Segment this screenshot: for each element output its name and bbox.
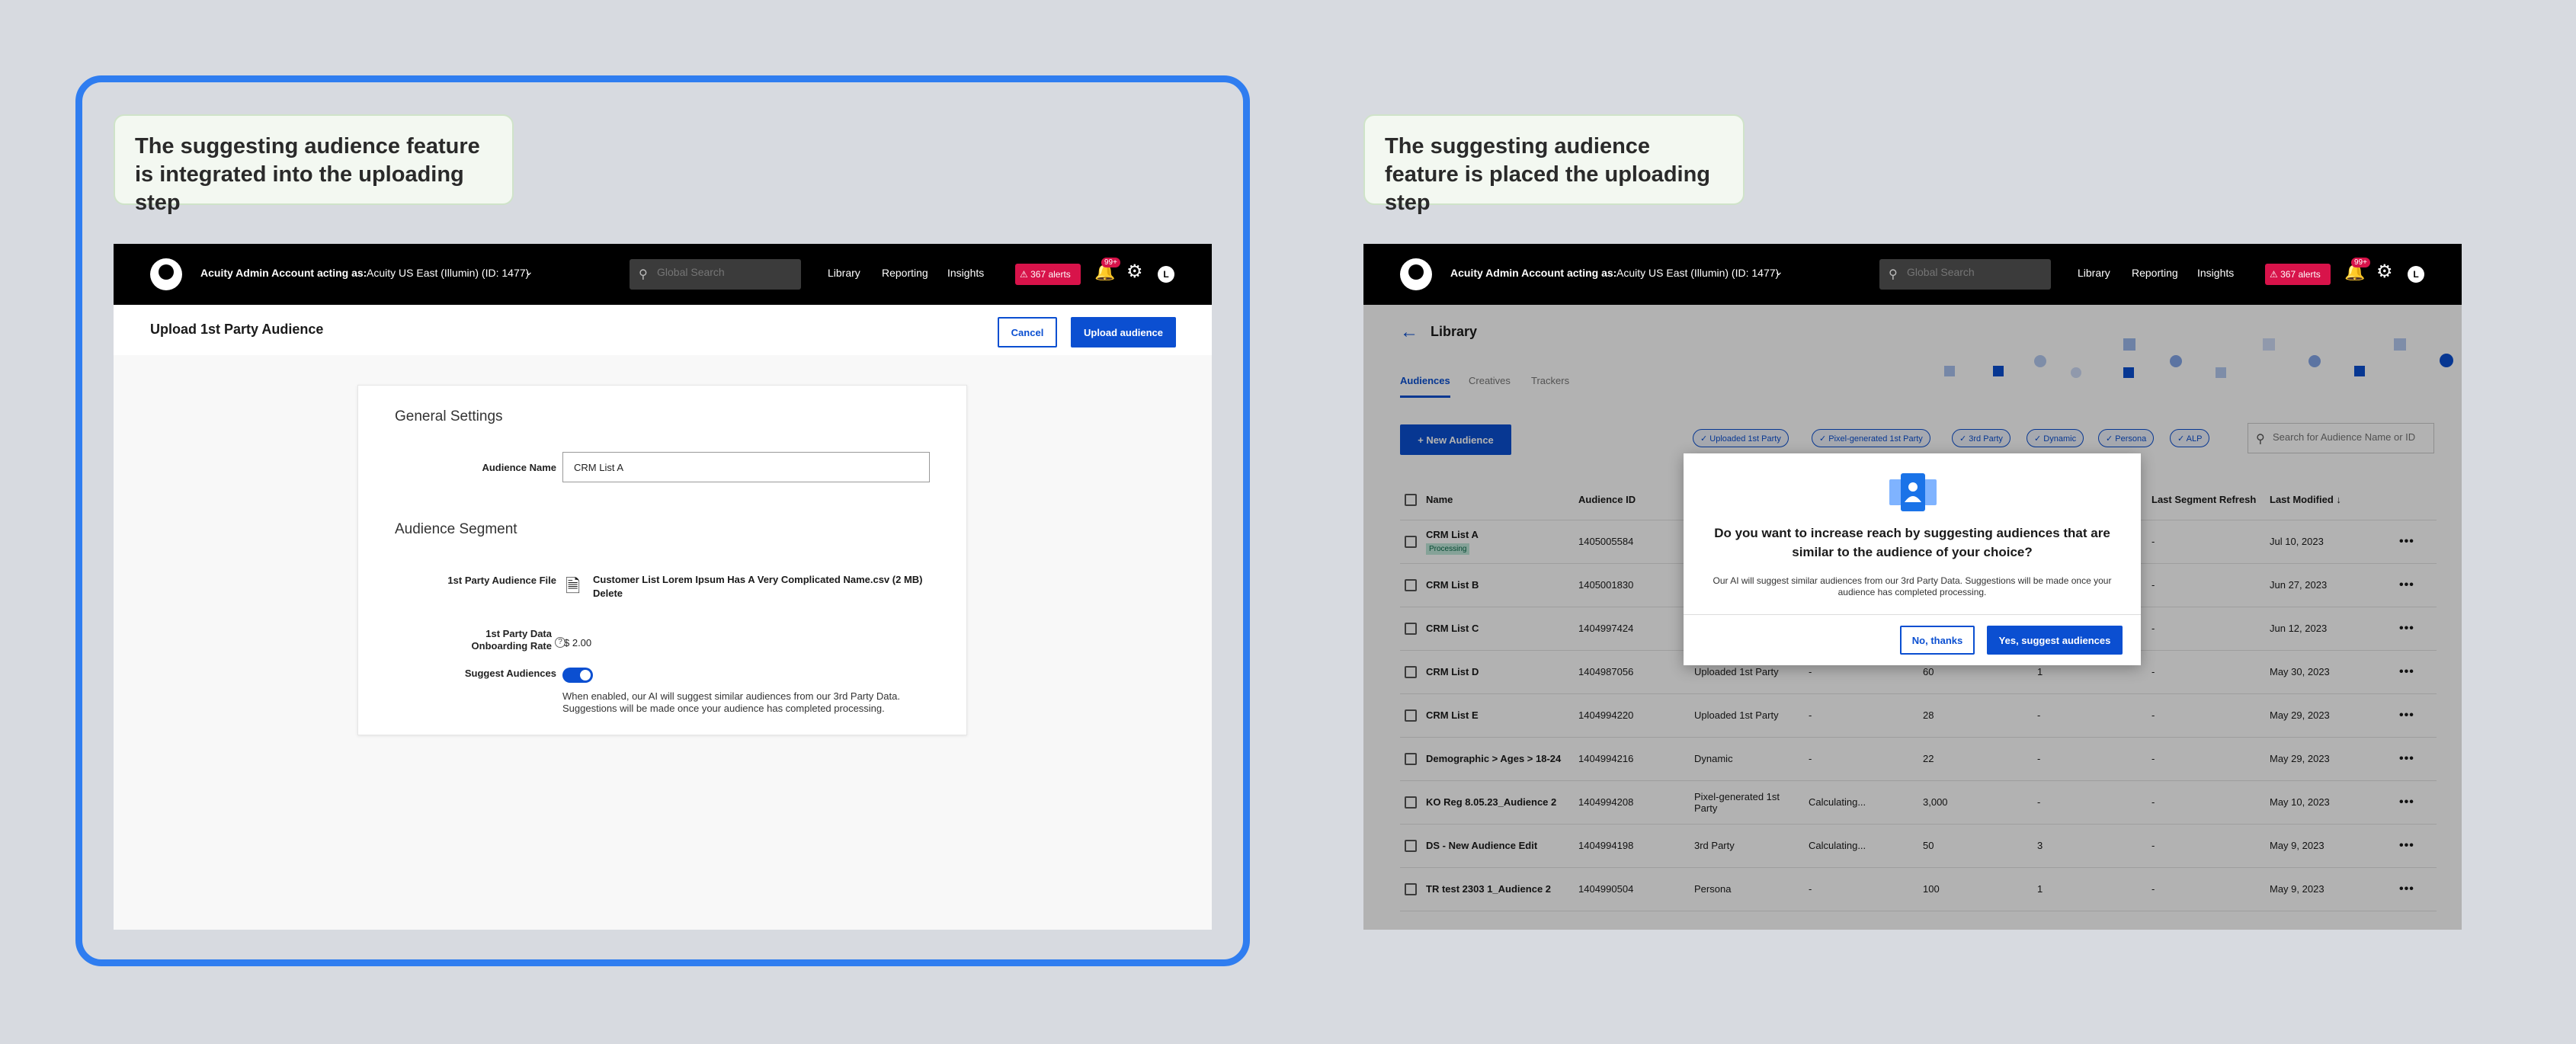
logo-icon[interactable] bbox=[150, 258, 182, 290]
chevron-down-icon[interactable]: ⌄ bbox=[524, 265, 533, 278]
audience-suggestion-icon bbox=[1889, 473, 1937, 511]
section-general-settings: General Settings bbox=[395, 408, 503, 424]
global-search[interactable]: ⚲ bbox=[630, 259, 801, 290]
audience-file-label: 1st Party Audience File bbox=[447, 575, 556, 586]
document-icon: 🗎 bbox=[566, 576, 581, 597]
audience-name-input[interactable] bbox=[562, 452, 930, 482]
delete-file-link[interactable]: Delete bbox=[593, 588, 623, 599]
account-selector[interactable]: Acuity US East (Illumin) (ID: 1477) bbox=[367, 267, 529, 279]
topbar-dim bbox=[1363, 244, 2462, 305]
onboarding-rate-value: $ 2.00 bbox=[564, 637, 592, 648]
callout-left: The suggesting audience feature is integ… bbox=[114, 114, 514, 215]
upload-screen: Acuity Admin Account acting as: Acuity U… bbox=[114, 244, 1212, 930]
alerts-button[interactable]: ⚠ 367 alerts bbox=[1015, 264, 1081, 285]
alerts-count: 367 alerts bbox=[1030, 269, 1071, 280]
notification-badge: 99+ bbox=[1101, 258, 1120, 267]
onboarding-rate-label: 1st Party Data Onboarding Rate bbox=[471, 628, 552, 652]
suggest-audiences-toggle[interactable] bbox=[562, 668, 593, 683]
account-label: Acuity Admin Account acting as: bbox=[200, 267, 367, 279]
modal-title: Do you want to increase reach by suggest… bbox=[1714, 526, 2110, 559]
upload-audience-button[interactable]: Upload audience bbox=[1071, 317, 1176, 347]
gear-icon[interactable]: ⚙ bbox=[1126, 261, 1143, 283]
nav-library[interactable]: Library bbox=[828, 267, 860, 279]
global-search-input[interactable] bbox=[657, 266, 794, 278]
section-audience-segment: Audience Segment bbox=[395, 521, 517, 537]
no-thanks-button[interactable]: No, thanks bbox=[1900, 626, 1975, 655]
search-icon: ⚲ bbox=[639, 268, 648, 281]
suggest-audiences-label: Suggest Audiences bbox=[464, 668, 556, 679]
upload-form-card: General Settings Audience Name Audience … bbox=[357, 385, 967, 735]
suggest-audiences-description: When enabled, our AI will suggest simila… bbox=[562, 690, 900, 714]
cancel-button[interactable]: Cancel bbox=[998, 317, 1057, 347]
user-avatar[interactable]: L bbox=[1158, 266, 1174, 283]
audience-name-label: Audience Name bbox=[482, 462, 556, 473]
file-info: Customer List Lorem Ipsum Has A Very Com… bbox=[593, 573, 936, 600]
top-navbar: Acuity Admin Account acting as: Acuity U… bbox=[114, 244, 1212, 305]
modal-text: Our AI will suggest similar audiences fr… bbox=[1713, 575, 2112, 597]
modal-divider bbox=[1684, 614, 2141, 615]
page-title: Upload 1st Party Audience bbox=[150, 322, 324, 337]
library-screen: Acuity Admin Account acting as: Acuity U… bbox=[1363, 244, 2462, 930]
file-name: Customer List Lorem Ipsum Has A Very Com… bbox=[593, 574, 923, 585]
page-header: Upload 1st Party Audience Cancel Upload … bbox=[114, 305, 1212, 355]
yes-suggest-audiences-button[interactable]: Yes, suggest audiences bbox=[1987, 626, 2123, 655]
suggest-audiences-modal: Do you want to increase reach by suggest… bbox=[1684, 453, 2141, 665]
nav-reporting[interactable]: Reporting bbox=[882, 267, 928, 279]
callout-right: The suggesting audience feature is place… bbox=[1363, 114, 1745, 215]
nav-insights[interactable]: Insights bbox=[947, 267, 984, 279]
